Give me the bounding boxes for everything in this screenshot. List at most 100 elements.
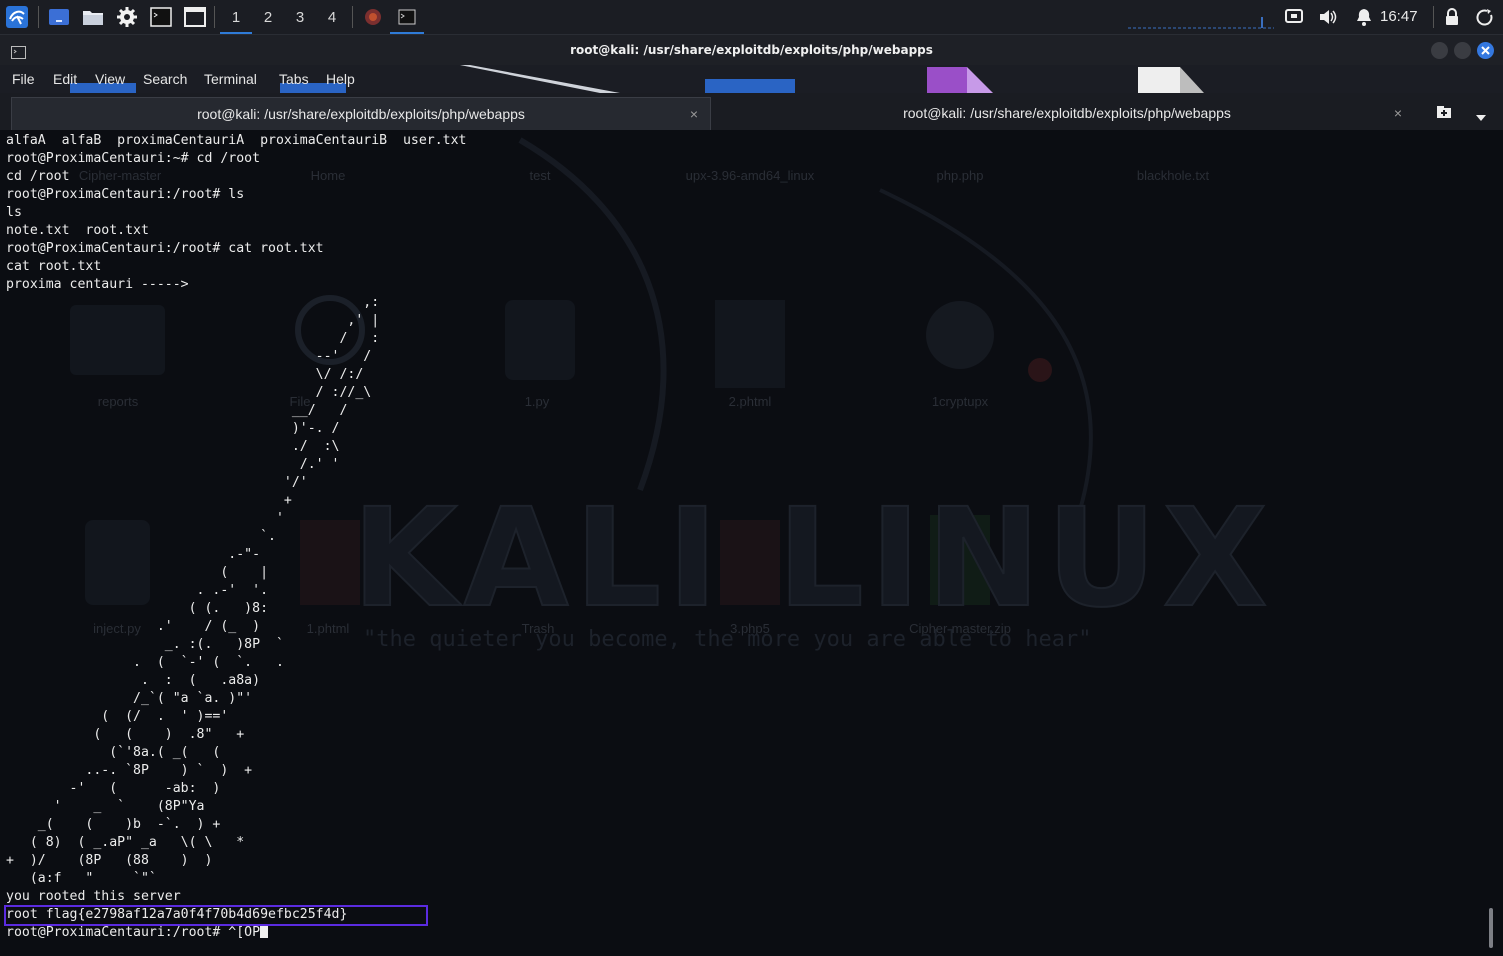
firefox-icon[interactable] (360, 5, 386, 29)
menu-file[interactable]: File (12, 71, 35, 87)
network-icon[interactable] (1128, 5, 1278, 29)
ascii-art-line: . .-' '. (6, 583, 269, 598)
workspace-1[interactable]: 1 (220, 0, 252, 34)
terminal-line: root@ProximaCentauri:/root# ls (6, 187, 245, 202)
close-button[interactable] (1477, 42, 1494, 59)
terminal-line: alfaA alfaB proximaCentauriA proximaCent… (6, 133, 467, 148)
ascii-art-line: + )/ (8P (88 ) ) (6, 853, 213, 868)
menubar: File Edit View Search Terminal Tabs Help (0, 65, 1503, 93)
panel-separator (1433, 6, 1434, 28)
window-title: root@kali: /usr/share/exploitdb/exploits… (570, 43, 933, 57)
tab-2[interactable]: root@kali: /usr/share/exploitdb/exploits… (712, 97, 1422, 129)
terminal-line: root@ProximaCentauri:~# cd /root (6, 151, 261, 166)
ascii-art-line: . ( `-' ( `. . (6, 655, 284, 670)
window-icon[interactable] (182, 5, 208, 29)
minimize-button[interactable] (1431, 42, 1448, 59)
ascii-art-line: ' (6, 511, 284, 526)
terminal-icon[interactable] (148, 5, 174, 29)
tab-1-close-icon[interactable]: × (690, 106, 698, 122)
ascii-art-line: / : (6, 331, 380, 346)
clock[interactable]: 16:47 (1380, 8, 1418, 25)
workspace-3[interactable]: 3 (284, 0, 316, 34)
tab-2-close-icon[interactable]: × (1394, 105, 1402, 121)
ascii-art-line: _( ( )b -`. ) + (6, 817, 221, 832)
terminal-task-icon[interactable] (390, 5, 424, 29)
menu-terminal[interactable]: Terminal (204, 71, 257, 87)
desktop-label: 2.phtml (728, 394, 772, 409)
ascii-art-line: __/ / (6, 403, 348, 418)
desktop-label: test (529, 168, 551, 183)
kali-menu-icon[interactable] (4, 5, 30, 29)
ascii-art-line: )'-. / (6, 421, 340, 436)
ascii-art-line: ' _ ` (8P"Ya (6, 799, 205, 814)
menu-view[interactable]: View (95, 71, 125, 87)
workspace-4[interactable]: 4 (316, 0, 348, 34)
ascii-art-line: ( 8) ( _.aP" _a \( \ * (6, 835, 245, 850)
terminal-line: you rooted this server (6, 889, 181, 904)
flag-highlight-box (4, 905, 428, 926)
ascii-art-line: ./ :\ (6, 439, 340, 454)
terminal-line: proxima centauri -----> (6, 277, 189, 292)
menu-help[interactable]: Help (326, 71, 355, 87)
terminal-output: alfaA alfaB proximaCentauriA proximaCent… (6, 132, 467, 942)
lock-icon[interactable] (1440, 5, 1464, 29)
menu-edit[interactable]: Edit (53, 71, 77, 87)
panel-separator (352, 6, 353, 28)
ascii-art-line: / ://_\ (6, 385, 372, 400)
terminal-line: cat root.txt (6, 259, 102, 274)
ascii-art-line: ( (/ . ' )==' (6, 709, 229, 724)
desktop-label: blackhole.txt (1136, 168, 1210, 183)
ascii-art-line: ( | (6, 565, 269, 580)
display-icon[interactable] (1282, 5, 1306, 29)
tabs-dropdown-chevron-down-icon[interactable] (1475, 107, 1487, 126)
ascii-art-line: /.' ' (6, 457, 340, 472)
tab-1-label: root@kali: /usr/share/exploitdb/exploits… (197, 106, 525, 122)
ascii-art-line: ( ( ) .8" + (6, 727, 245, 742)
ascii-art-line: '/' (6, 475, 308, 490)
ascii-art-line: .-"- (6, 547, 261, 562)
text-cursor (260, 924, 269, 938)
task-active-indicator (390, 32, 424, 34)
kali-logo: KALI LINUX (351, 479, 1274, 639)
new-tab-icon[interactable] (1436, 104, 1452, 123)
menu-tabs[interactable]: Tabs (279, 71, 309, 87)
desktop-label: 1cryptupx (931, 394, 989, 409)
ascii-art-line: .' / (_ ) (6, 619, 261, 634)
ascii-art-line: ( (. )8: (6, 601, 269, 616)
tab-1[interactable]: root@kali: /usr/share/exploitdb/exploits… (11, 97, 711, 131)
volume-icon[interactable] (1316, 5, 1340, 29)
panel-separator (214, 6, 215, 28)
desktop-label: upx-3.96-amd64_linux (685, 168, 815, 183)
desktop-icon[interactable] (46, 5, 72, 29)
terminal-line: root@ProximaCentauri:/root# cat root.txt (6, 241, 324, 256)
terminal-view[interactable]: Cipher-master Home test upx-3.96-amd64_l… (0, 130, 1503, 956)
ascii-art-line: ,: (6, 295, 380, 310)
ascii-art-line: (`'8a.( _( ( (6, 745, 221, 760)
ascii-art-line: `. (6, 529, 276, 544)
menu-search[interactable]: Search (143, 71, 187, 87)
settings-icon[interactable] (114, 5, 140, 29)
desktop-label: php.php (936, 168, 984, 183)
ascii-art-line: -' ( -ab: ) (6, 781, 221, 796)
ascii-art-line: --' / (6, 349, 372, 364)
ascii-art-line: \/ /:/ (6, 367, 364, 382)
ascii-art-line: . : ( .a8a) (6, 673, 261, 688)
top-panel: 1 2 3 4 16:47 (0, 0, 1503, 35)
window-titlebar[interactable]: root@kali: /usr/share/exploitdb/exploits… (0, 35, 1503, 65)
power-icon[interactable] (1472, 5, 1496, 29)
workspace-2[interactable]: 2 (252, 0, 284, 34)
bell-icon[interactable] (1352, 5, 1376, 29)
tab-2-label: root@kali: /usr/share/exploitdb/exploits… (903, 105, 1231, 121)
desktop-label: 1.py (524, 394, 550, 409)
terminal-line: cd /root (6, 169, 70, 184)
ascii-art-line: (a:f " `"` (6, 871, 157, 886)
ascii-art-line: + (6, 493, 292, 508)
scrollbar[interactable] (1489, 908, 1493, 948)
maximize-button[interactable] (1454, 42, 1471, 59)
ascii-art-line: _. :(. )8P ` (6, 637, 284, 652)
files-icon[interactable] (80, 5, 106, 29)
ascii-art-line: /_`( "a `a. )"' (6, 691, 253, 706)
prompt-line[interactable]: root@ProximaCentauri:/root# ^[OP (6, 924, 467, 942)
prompt-text: root@ProximaCentauri:/root# ^[OP (6, 925, 261, 940)
kali-quote: "the quieter you become, the more you ar… (363, 627, 1092, 652)
